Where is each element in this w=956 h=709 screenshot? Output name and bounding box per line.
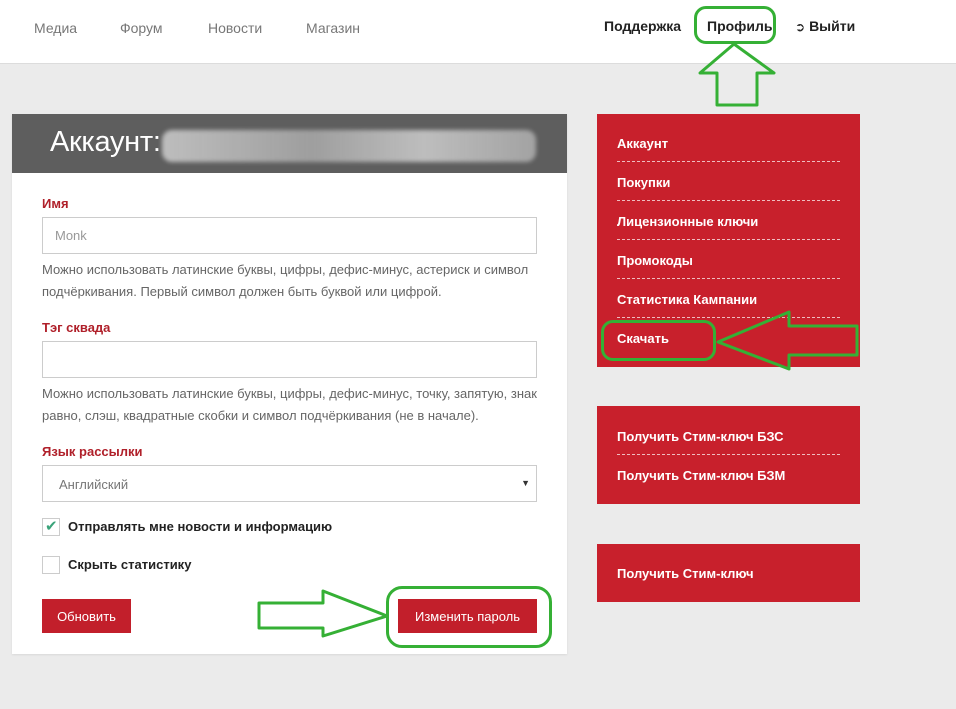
left-arrow-icon xyxy=(716,310,859,371)
right-arrow-icon xyxy=(257,589,389,638)
up-arrow-icon xyxy=(698,42,776,107)
annotation-arrows xyxy=(257,42,859,638)
